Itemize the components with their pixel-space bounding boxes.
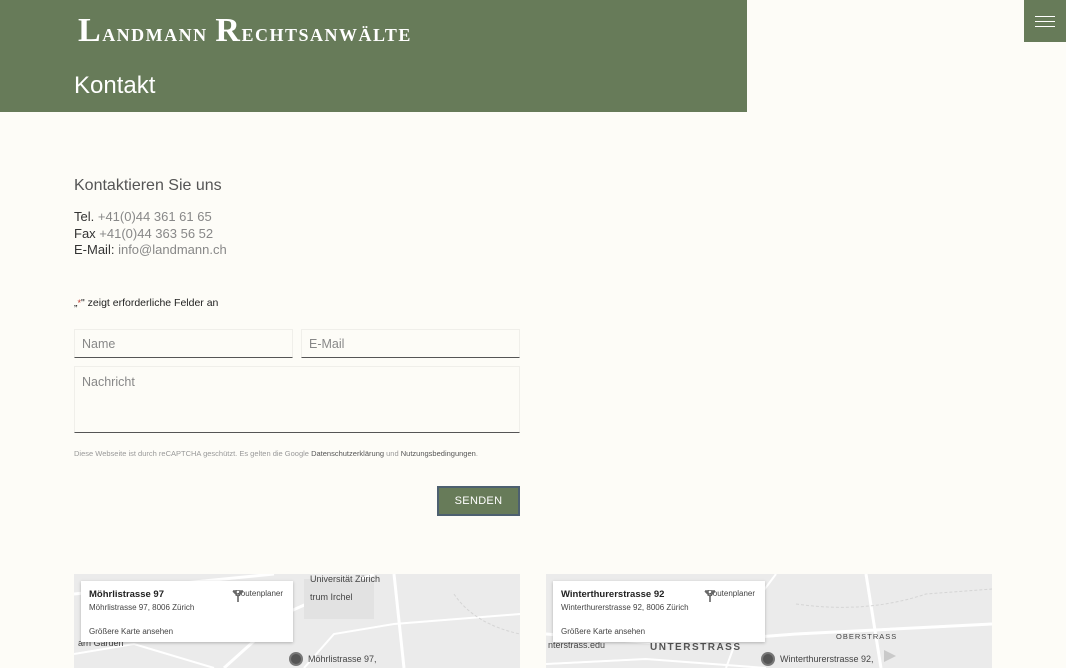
tel-row: Tel. +41(0)44 361 61 65: [74, 209, 227, 226]
map-card-address: Winterthurerstrasse 92, 8006 Zürich: [561, 603, 689, 612]
contact-heading: Kontaktieren Sie uns: [74, 177, 222, 194]
map-label-unterstrass: UNTERSTRASS: [650, 642, 742, 653]
privacy-link[interactable]: Datenschutzerklärung: [311, 449, 384, 458]
logo-word-1: andmann: [102, 20, 208, 47]
larger-map-link[interactable]: Größere Karte ansehen: [561, 627, 645, 636]
contact-details: Tel. +41(0)44 361 61 65 Fax +41(0)44 363…: [74, 209, 227, 259]
fax-value: +41(0)44 363 56 52: [99, 225, 214, 241]
terms-link[interactable]: Nutzungsbedingungen: [401, 449, 476, 458]
send-button[interactable]: SENDEN: [437, 486, 520, 516]
directions-icon: [232, 590, 244, 602]
map-pin-label: Möhrlistrasse 97,: [308, 654, 377, 664]
logo[interactable]: Landmann Rechtsanwälte: [78, 12, 412, 50]
map-card-title: Möhrlistrasse 97: [89, 589, 164, 600]
logo-word-2: echtsanwälte: [241, 20, 412, 47]
message-textarea[interactable]: [74, 366, 520, 433]
hamburger-icon: [1035, 25, 1055, 27]
larger-map-link[interactable]: Größere Karte ansehen: [89, 627, 173, 636]
email-link[interactable]: info@landmann.ch: [118, 242, 227, 257]
map-pin-icon[interactable]: [761, 652, 775, 666]
menu-button[interactable]: [1024, 0, 1066, 42]
hamburger-icon: [1035, 20, 1055, 22]
map-pin-label: Winterthurerstrasse 92,: [780, 654, 874, 664]
fax-label: Fax: [74, 225, 96, 241]
page-header: Landmann Rechtsanwälte Kontakt: [0, 0, 747, 112]
email-input[interactable]: [301, 329, 520, 358]
recaptcha-notice: Diese Webseite ist durch reCAPTCHA gesch…: [74, 449, 478, 458]
tel-label: Tel.: [74, 209, 95, 224]
page-title: Kontakt: [74, 72, 156, 99]
recaptcha-and: und: [386, 449, 399, 458]
map-label-irchel: trum Irchel: [310, 592, 353, 602]
email-row: E-Mail: info@landmann.ch: [74, 242, 227, 259]
map-label-oberstrass: OBERSTRASS: [836, 632, 898, 641]
required-note: „*" zeigt erforderliche Felder an: [74, 297, 218, 309]
map-card-title: Winterthurerstrasse 92: [561, 589, 665, 600]
recaptcha-text: Diese Webseite ist durch reCAPTCHA gesch…: [74, 449, 309, 458]
recaptcha-end: .: [475, 449, 478, 458]
map-label-university: Universität Zürich: [310, 574, 381, 584]
map-pin-icon[interactable]: [289, 652, 303, 666]
email-label: E-Mail:: [74, 242, 115, 257]
route-planner-button[interactable]: Routenplaner: [703, 589, 759, 602]
logo-initial-l: L: [78, 12, 103, 49]
map-info-card: Winterthurerstrasse 92 Winterthurerstras…: [553, 581, 765, 642]
required-note-text: " zeigt erforderliche Felder an: [81, 297, 219, 309]
map-winterthurerstrasse[interactable]: UNTERSTRASS OBERSTRASS nterstrass.edu Wi…: [546, 574, 992, 668]
route-planner-button[interactable]: Routenplaner: [231, 589, 287, 602]
map-card-address: Möhrlistrasse 97, 8006 Zürich: [89, 603, 195, 612]
map-moehrlistrasse[interactable]: Universität Zürich trum Irchel arn Garde…: [74, 574, 520, 668]
tel-link[interactable]: +41(0)44 361 61 65: [98, 209, 212, 224]
fax-row: Fax +41(0)44 363 56 52: [74, 226, 227, 243]
name-input[interactable]: [74, 329, 293, 358]
logo-initial-r: R: [215, 12, 242, 49]
directions-icon: [704, 590, 716, 602]
hamburger-icon: [1035, 15, 1055, 17]
map-info-card: Möhrlistrasse 97 Möhrlistrasse 97, 8006 …: [81, 581, 293, 642]
